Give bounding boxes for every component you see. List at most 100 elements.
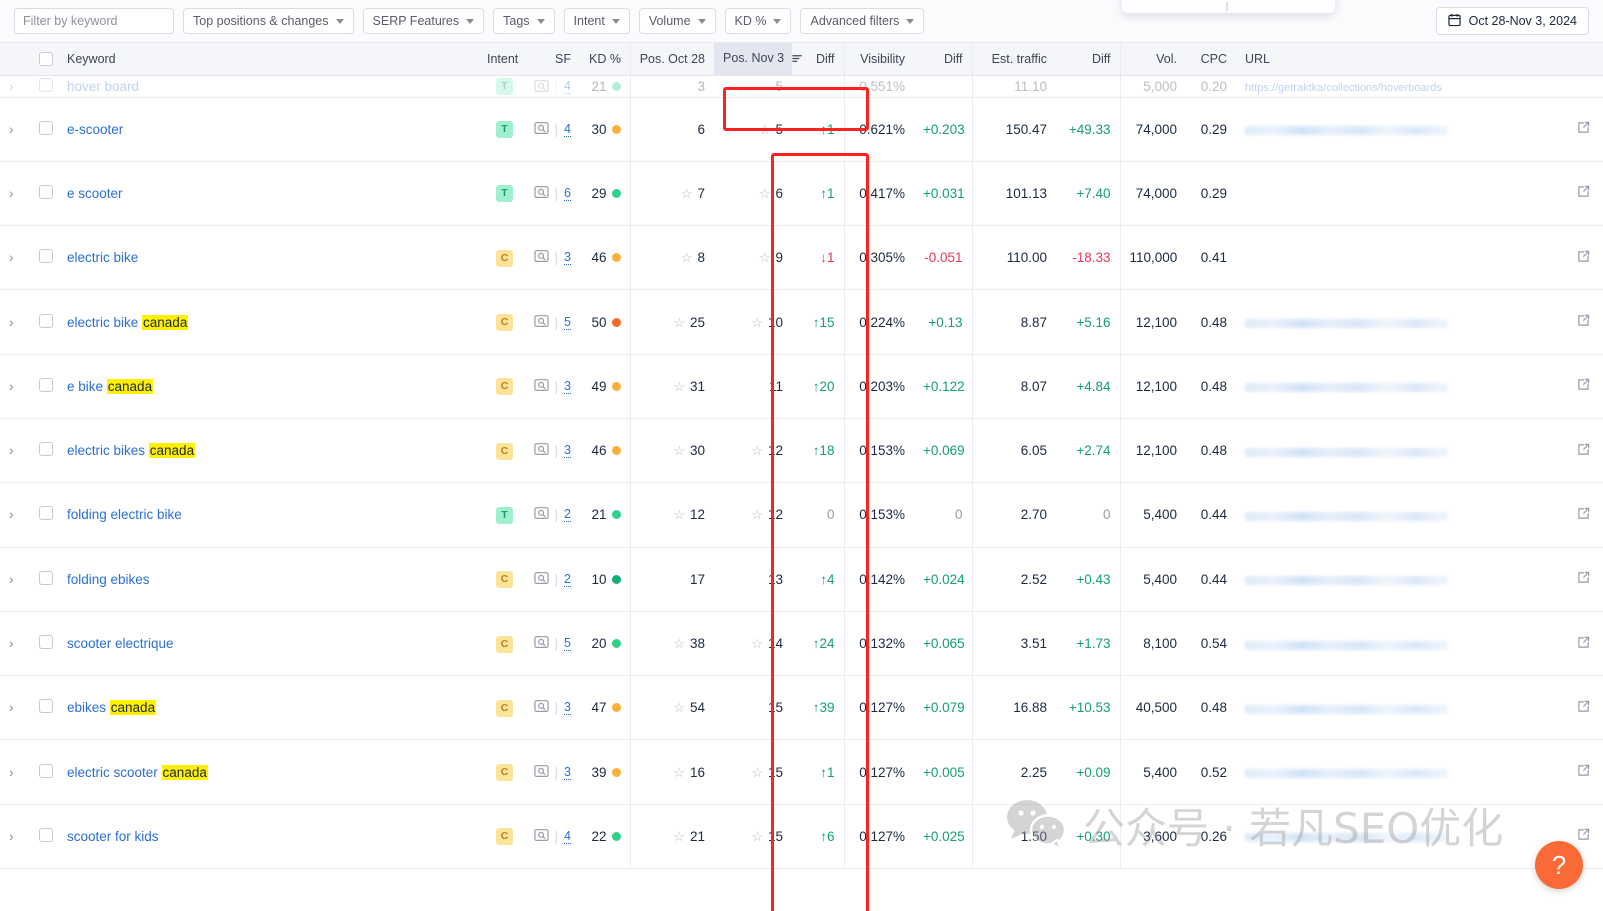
url-cell-wrap[interactable] [1236,97,1603,162]
keyword-cell[interactable]: scooter electrique [58,611,478,677]
favorite-star-icon[interactable]: ☆ [673,637,685,650]
row-checkbox[interactable] [39,827,53,842]
favorite-star-icon[interactable]: ☆ [673,766,685,779]
keyword-cell[interactable]: ebikes canada [58,675,478,741]
keyword-cell[interactable]: electric scooter canada [58,739,478,805]
serp-feature-icon[interactable] [533,635,549,652]
serp-feature-icon[interactable] [533,699,549,716]
filter-volume[interactable]: Volume [638,8,716,34]
keyword-cell[interactable]: folding electric bike [58,482,478,548]
url-cell-wrap[interactable] [1236,161,1603,227]
keyword-cell[interactable]: e scooter [58,161,478,227]
url-cell[interactable] [1245,443,1594,459]
table-row[interactable]: › e-scooter T | 4 30 6 ☆ 5 ↑1 0.621% +0.203 150.47 +4… [0,97,1603,162]
chevron-right-icon[interactable]: › [9,186,14,200]
external-link-icon[interactable] [1577,121,1590,137]
row-checkbox-cell[interactable] [30,804,58,870]
row-checkbox-cell[interactable] [30,482,58,548]
favorite-star-icon[interactable]: ☆ [759,123,771,136]
header-pos-oct[interactable]: Pos. Oct 28 [629,43,714,76]
serp-feature-icon[interactable] [533,442,549,459]
row-checkbox-cell[interactable] [30,611,58,677]
row-checkbox[interactable] [39,506,53,521]
sf-count[interactable]: 3 [564,250,571,266]
favorite-star-icon[interactable]: ☆ [673,380,685,393]
favorite-star-icon[interactable]: ☆ [673,444,685,457]
keyword-cell[interactable]: hover board [58,75,478,98]
keyword-link[interactable]: hover board [67,79,139,94]
keyword-link[interactable]: electric bikes canada [67,443,196,459]
chevron-right-icon[interactable]: › [9,379,14,393]
external-link-icon[interactable] [1577,314,1590,330]
help-button[interactable]: ? [1535,841,1583,889]
external-link-icon[interactable] [1577,185,1590,201]
keyword-link[interactable]: ebikes canada [67,700,157,716]
expander-cell[interactable]: › [0,289,30,355]
header-intent[interactable]: Intent [478,43,522,76]
sf-cell[interactable]: | 5 [522,611,580,677]
row-checkbox[interactable] [39,313,53,328]
external-link-icon[interactable] [1577,571,1590,587]
favorite-star-icon[interactable]: ☆ [751,316,763,329]
url-cell-wrap[interactable] [1236,675,1603,741]
header-cpc[interactable]: CPC [1186,43,1236,76]
row-checkbox-cell[interactable] [30,418,58,484]
favorite-star-icon[interactable]: ☆ [673,316,685,329]
table-row[interactable]: › e bike canada C | 3 49 ☆ 31 11 ↑20 0.203% +0.122 8… [0,354,1603,419]
url-cell-wrap[interactable] [1236,289,1603,355]
sf-cell[interactable]: | 4 [522,75,580,98]
row-checkbox[interactable] [39,570,53,585]
external-link-icon[interactable] [1577,443,1590,459]
url-cell-wrap[interactable] [1236,418,1603,484]
favorite-star-icon[interactable]: ☆ [751,444,763,457]
keyword-cell[interactable]: e-scooter [58,97,478,162]
row-checkbox-cell[interactable] [30,354,58,419]
url-cell-wrap[interactable] [1236,611,1603,677]
sf-count[interactable]: 3 [564,443,571,459]
url-cell[interactable] [1245,636,1594,652]
row-checkbox[interactable] [39,442,53,457]
filter-tags[interactable]: Tags [493,8,555,34]
serp-feature-icon[interactable] [533,571,549,588]
url-cell[interactable] [1245,507,1594,523]
external-link-icon[interactable] [1577,636,1590,652]
keyword-link[interactable]: e bike canada [67,378,154,394]
table-row[interactable]: › ebikes canada C | 3 47 ☆ 54 15 ↑39 0.127% +0.079 1… [0,675,1603,741]
row-checkbox[interactable] [39,377,53,392]
sort-icon[interactable] [791,53,803,67]
keyword-link[interactable]: electric bike canada [67,314,189,330]
header-url[interactable]: URL [1236,43,1603,76]
serp-feature-icon[interactable] [533,314,549,331]
external-link-icon[interactable] [1577,507,1590,523]
filter-advanced[interactable]: Advanced filters [800,8,925,34]
serp-feature-icon[interactable] [533,185,549,202]
table-row[interactable]: › electric bike C | 3 46 ☆ 8 ☆ 9 ↓1 0.305% -0.051 110… [0,225,1603,291]
favorite-star-icon[interactable]: ☆ [751,830,763,843]
serp-feature-icon[interactable] [533,121,549,138]
sf-count[interactable]: 3 [564,765,571,780]
serp-feature-icon[interactable] [533,249,549,266]
header-pos-nov[interactable]: Pos. Nov 3 [714,43,802,76]
chevron-right-icon[interactable]: › [9,507,14,521]
favorite-star-icon[interactable]: ☆ [751,637,763,650]
favorite-star-icon[interactable]: ☆ [681,187,693,200]
chevron-right-icon[interactable]: › [9,315,14,329]
header-est-traffic[interactable]: Est. traffic [971,43,1056,76]
expander-cell[interactable]: › [0,547,30,612]
favorite-star-icon[interactable]: ☆ [681,251,693,264]
url-cell[interactable] [1245,314,1594,330]
keyword-link[interactable]: scooter electrique [67,636,174,651]
serp-feature-icon[interactable] [533,828,549,845]
chevron-right-icon[interactable]: › [9,572,14,586]
expander-cell[interactable]: › [0,354,30,419]
url-cell-wrap[interactable] [1236,547,1603,612]
url-cell[interactable]: https://getraktka/collections/hoverboard… [1236,75,1603,98]
sf-count[interactable]: 2 [564,507,571,523]
sf-cell[interactable]: | 6 [522,161,580,227]
intent-cell[interactable]: C [478,739,522,805]
header-vis-diff[interactable]: Diff [914,43,972,76]
keyword-search-box[interactable] [14,8,174,34]
favorite-star-icon[interactable]: ☆ [759,251,771,264]
filter-intent[interactable]: Intent [563,8,630,34]
filter-top-positions-changes[interactable]: Top positions & changes [183,8,354,34]
